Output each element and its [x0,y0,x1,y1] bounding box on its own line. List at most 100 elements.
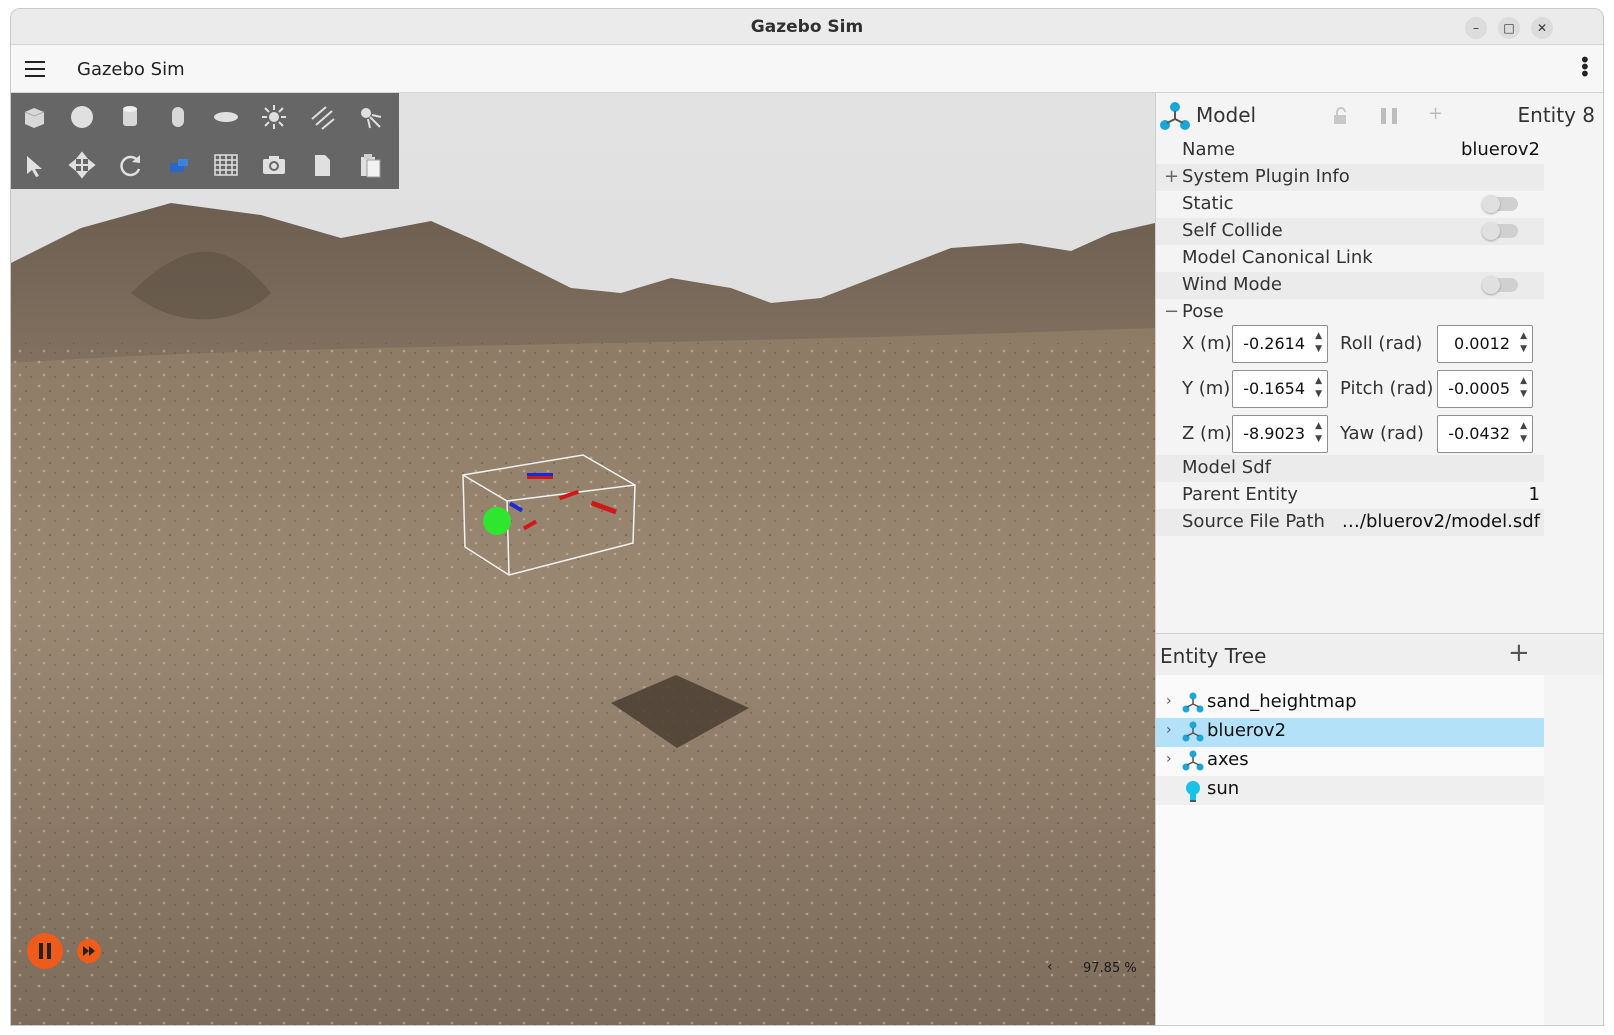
more-options-icon[interactable]: • • • [1579,50,1591,84]
ellipsoid-icon[interactable] [206,97,246,137]
app-title: Gazebo Sim [77,59,185,80]
static-label: Static [1182,193,1234,214]
light-bulb-icon [1186,781,1200,802]
collapse-icon[interactable]: − [1164,301,1179,322]
tree-item-sand-heightmap[interactable]: › sand_heightmap [1156,689,1544,718]
tree-item-label: bluerov2 [1207,720,1287,741]
component-inspector-header: Model + Entity 8 [1156,93,1603,137]
z-value: -8.9023 [1243,424,1305,443]
entity-tree: › sand_heightmap › bluerov2 › axes sun [1156,675,1544,1025]
parent-entity-row: Parent Entity 1 [1156,482,1544,509]
capsule-icon[interactable] [158,97,198,137]
wind-mode-row: Wind Mode [1156,272,1544,299]
source-file-value: …/bluerov2/model.sdf [1341,511,1540,532]
roll-label: Roll (rad) [1340,333,1423,354]
model-icon [1160,102,1190,130]
cylinder-icon[interactable] [110,97,150,137]
maximize-button[interactable]: □ [1498,17,1520,39]
pitch-label: Pitch (rad) [1340,378,1434,399]
canonical-link-label: Model Canonical Link [1182,247,1373,268]
right-panel: Model + Entity 8 Name bluerov2 + System … [1155,93,1603,1025]
pitch-spinbox[interactable]: -0.0005 ▲ ▼ [1437,370,1533,408]
yaw-spinbox[interactable]: -0.0432 ▲ ▼ [1437,415,1533,453]
y-label: Y (m) [1182,378,1231,399]
minimize-button[interactable]: – [1465,17,1487,39]
name-row: Name bluerov2 [1156,137,1544,164]
z-spinbox[interactable]: -8.9023 ▲ ▼ [1232,415,1328,453]
y-value: -0.1654 [1243,379,1305,398]
expand-icon[interactable]: + [1164,166,1179,187]
paste-icon[interactable] [350,145,390,185]
grid-icon[interactable] [206,145,246,185]
pause-button[interactable] [27,933,63,969]
model-sdf-row: Model Sdf [1156,455,1544,482]
y-spinbox[interactable]: -0.1654 ▲ ▼ [1232,370,1328,408]
tree-item-label: sun [1207,778,1240,799]
wind-mode-toggle[interactable] [1482,276,1518,294]
parent-entity-label: Parent Entity [1182,484,1298,505]
box-icon[interactable] [14,97,54,137]
x-spinbox[interactable]: -0.2614 ▲ ▼ [1232,325,1328,363]
tree-item-label: sand_heightmap [1207,691,1357,712]
spot-light-icon[interactable] [350,97,390,137]
self-collide-toggle[interactable] [1482,222,1518,240]
window-titlebar[interactable]: Gazebo Sim – □ ✕ [11,9,1603,45]
name-value: bluerov2 [1460,139,1540,160]
lock-icon[interactable] [1332,107,1348,125]
self-collide-label: Self Collide [1182,220,1283,241]
z-label: Z (m) [1182,423,1232,444]
menu-icon[interactable] [25,61,45,77]
expand-chevron-icon[interactable]: › [1166,693,1172,709]
sphere-icon[interactable] [62,97,102,137]
window-title: Gazebo Sim [750,17,864,37]
rotate-icon[interactable] [110,145,150,185]
static-toggle[interactable] [1482,195,1518,213]
directional-light-icon[interactable] [302,97,342,137]
entity-tree-header: Entity Tree + [1156,633,1603,675]
tree-item-axes[interactable]: › axes [1156,747,1544,776]
pause-updates-icon[interactable] [1378,107,1402,125]
model-sdf-label: Model Sdf [1182,457,1271,478]
static-row: Static [1156,191,1544,218]
roll-spinbox[interactable]: 0.0012 ▲ ▼ [1437,325,1533,363]
x-label: X (m) [1182,333,1232,354]
yaw-value: -0.0432 [1448,424,1510,443]
parent-entity-value: 1 [1528,484,1540,505]
camera-icon[interactable] [254,145,294,185]
source-file-row: Source File Path …/bluerov2/model.sdf [1156,509,1544,536]
copy-icon[interactable] [302,145,342,185]
system-plugin-info-label: System Plugin Info [1182,166,1350,187]
pitch-value: -0.0005 [1448,379,1510,398]
entity-id: Entity 8 [1517,103,1595,127]
terrain-scene [11,93,1155,1025]
model-icon [1182,721,1204,742]
3d-scene-viewport[interactable]: ‹ 97.85 % [11,93,1155,1025]
tree-item-label: axes [1207,749,1249,770]
close-button[interactable]: ✕ [1531,17,1553,39]
add-entity-icon[interactable]: + [1508,638,1530,668]
expand-chevron-icon[interactable]: › [1166,722,1172,738]
model-icon [1182,750,1204,771]
translate-icon[interactable] [62,145,102,185]
wind-mode-label: Wind Mode [1182,274,1283,295]
model-icon [1182,692,1204,713]
step-forward-button[interactable] [77,939,101,963]
insert-mesh-icon[interactable] [158,145,198,185]
expand-chevron-icon[interactable]: › [1166,751,1172,767]
pose-label: Pose [1182,301,1224,322]
pose-row[interactable]: − Pose [1156,299,1544,326]
system-plugin-info-row[interactable]: + System Plugin Info [1156,164,1544,191]
select-icon[interactable] [14,145,54,185]
stats-expand-icon[interactable]: ‹ [1047,959,1053,975]
add-component-icon[interactable]: + [1428,103,1443,124]
real-time-factor: 97.85 % [1083,961,1137,976]
app-window: Gazebo Sim – □ ✕ Gazebo Sim • • • ‹ 97.8… [10,8,1604,1026]
component-type: Model [1196,103,1257,127]
sun-icon[interactable] [254,97,294,137]
entity-tree-title: Entity Tree [1160,644,1267,668]
yaw-label: Yaw (rad) [1340,423,1424,444]
tree-item-sun[interactable]: sun [1156,776,1544,805]
tree-item-bluerov2[interactable]: › bluerov2 [1156,718,1544,747]
roll-value: 0.0012 [1454,334,1510,353]
scene-toolbar [11,93,399,189]
